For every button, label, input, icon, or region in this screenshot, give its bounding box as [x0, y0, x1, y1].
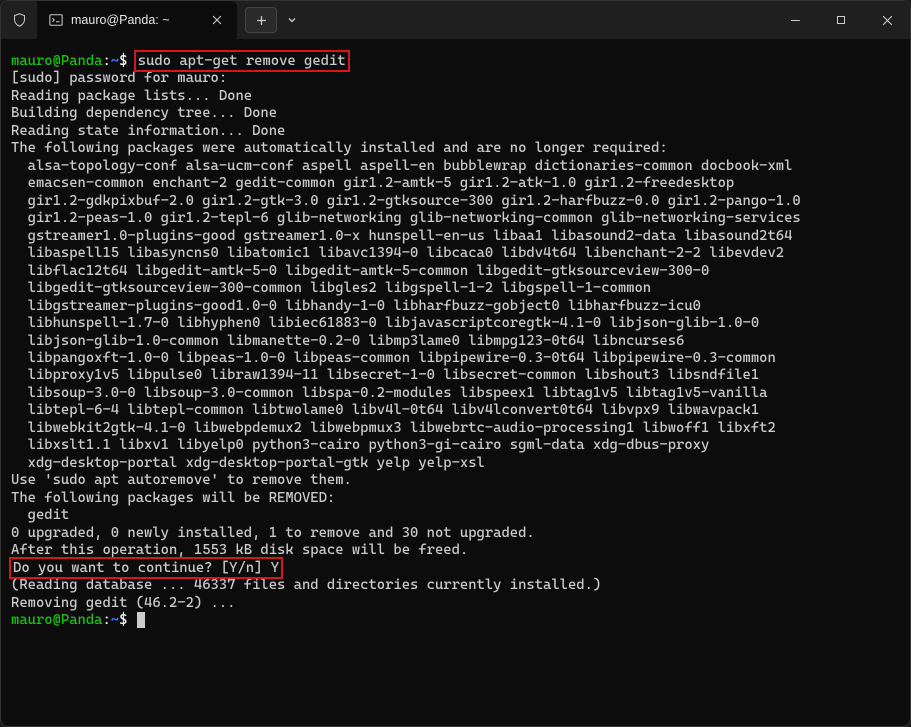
output-line: libproxy1v5 libpulse0 libraw1394-11 libs…: [11, 367, 759, 383]
titlebar: mauro@Panda: ~: [1, 1, 910, 39]
prompt-sep: :: [102, 53, 110, 69]
output-line: alsa-topology-conf alsa-ucm-conf aspell …: [11, 158, 792, 174]
output-line: libxslt1.1 libxv1 libyelp0 python3-cairo…: [11, 437, 709, 453]
prompt-path: ~: [111, 612, 119, 628]
prompt-dollar: $: [119, 612, 127, 628]
prompt-user: mauro@Panda: [11, 53, 102, 69]
terminal-window: mauro@Panda: ~ mauro@Panda:~: [0, 0, 911, 727]
terminal-icon: [49, 13, 63, 27]
output-line: Building dependency tree... Done: [11, 105, 277, 121]
output-line: Reading state information... Done: [11, 123, 285, 139]
output-line: libjson-glib-1.0-common libmanette-0.2-0…: [11, 333, 684, 349]
output-line: libpangoxft-1.0-0 libpeas-1.0-0 libpeas-…: [11, 350, 776, 366]
output-line: Reading package lists... Done: [11, 88, 252, 104]
highlighted-command: sudo apt-get remove gedit: [136, 52, 348, 70]
tab-close-button[interactable]: [207, 10, 227, 30]
output-line: libhunspell-1.7-0 libhyphen0 libiec61883…: [11, 315, 759, 331]
output-line: 0 upgraded, 0 newly installed, 1 to remo…: [11, 525, 535, 541]
shield-icon: [1, 12, 37, 28]
new-tab-button[interactable]: [245, 7, 277, 33]
output-line: libaspell15 libasyncns0 libatomic1 libav…: [11, 245, 784, 261]
output-line: gir1.2-gdkpixbuf-2.0 gir1.2-gtk-3.0 gir1…: [11, 193, 801, 209]
minimize-button[interactable]: [772, 1, 818, 39]
output-line: xdg-desktop-portal xdg-desktop-portal-gt…: [11, 455, 485, 471]
output-line: libsoup-3.0-0 libsoup-3.0-common libspa-…: [11, 385, 767, 401]
prompt-sep: :: [102, 612, 110, 628]
output-line: libgedit-gtksourceview-300-common libgle…: [11, 280, 651, 296]
prompt-line-1: mauro@Panda:~$ sudo apt-get remove gedit: [11, 52, 348, 70]
tab-dropdown-button[interactable]: [279, 7, 305, 33]
output-line: After this operation, 1553 kB disk space…: [11, 542, 468, 558]
output-line: libflac12t64 libgedit-amtk-5-0 libgedit-…: [11, 263, 709, 279]
output-line: emacsen-common enchant-2 gedit-common gi…: [11, 175, 734, 191]
output-line: gir1.2-peas-1.0 gir1.2-tepl-6 glib-netwo…: [11, 210, 801, 226]
prompt-path: ~: [111, 53, 119, 69]
output-line: libwebkit2gtk-4.1-0 libwebpdemux2 libweb…: [11, 420, 776, 436]
output-line: gstreamer1.0-plugins-good gstreamer1.0-x…: [11, 228, 792, 244]
output-line: The following packages were automaticall…: [11, 140, 668, 156]
prompt-dollar: $: [119, 53, 127, 69]
close-button[interactable]: [864, 1, 910, 39]
prompt-line-2: mauro@Panda:~$: [11, 612, 145, 628]
terminal-body[interactable]: mauro@Panda:~$ sudo apt-get remove gedit…: [1, 39, 910, 726]
output-line: The following packages will be REMOVED:: [11, 490, 335, 506]
maximize-button[interactable]: [818, 1, 864, 39]
output-line: Use 'sudo apt autoremove' to remove them…: [11, 472, 352, 488]
tab-active[interactable]: mauro@Panda: ~: [37, 1, 237, 39]
tab-title: mauro@Panda: ~: [71, 13, 199, 27]
output-line: (Reading database ... 46337 files and di…: [11, 577, 601, 593]
window-controls: [772, 1, 910, 39]
titlebar-left: mauro@Panda: ~: [1, 1, 772, 39]
output-line: Removing gedit (46.2-2) ...: [11, 595, 235, 611]
output-line: gedit: [11, 507, 69, 523]
output-line: libgstreamer-plugins-good1.0-0 libhandy-…: [11, 298, 701, 314]
output-line: libtepl-6-4 libtepl-common libtwolame0 l…: [11, 402, 759, 418]
highlighted-confirm: Do you want to continue? [Y/n] Y: [11, 559, 281, 577]
prompt-user: mauro@Panda: [11, 612, 102, 628]
output-line: [sudo] password for mauro:: [11, 70, 227, 86]
cursor: [137, 612, 145, 628]
